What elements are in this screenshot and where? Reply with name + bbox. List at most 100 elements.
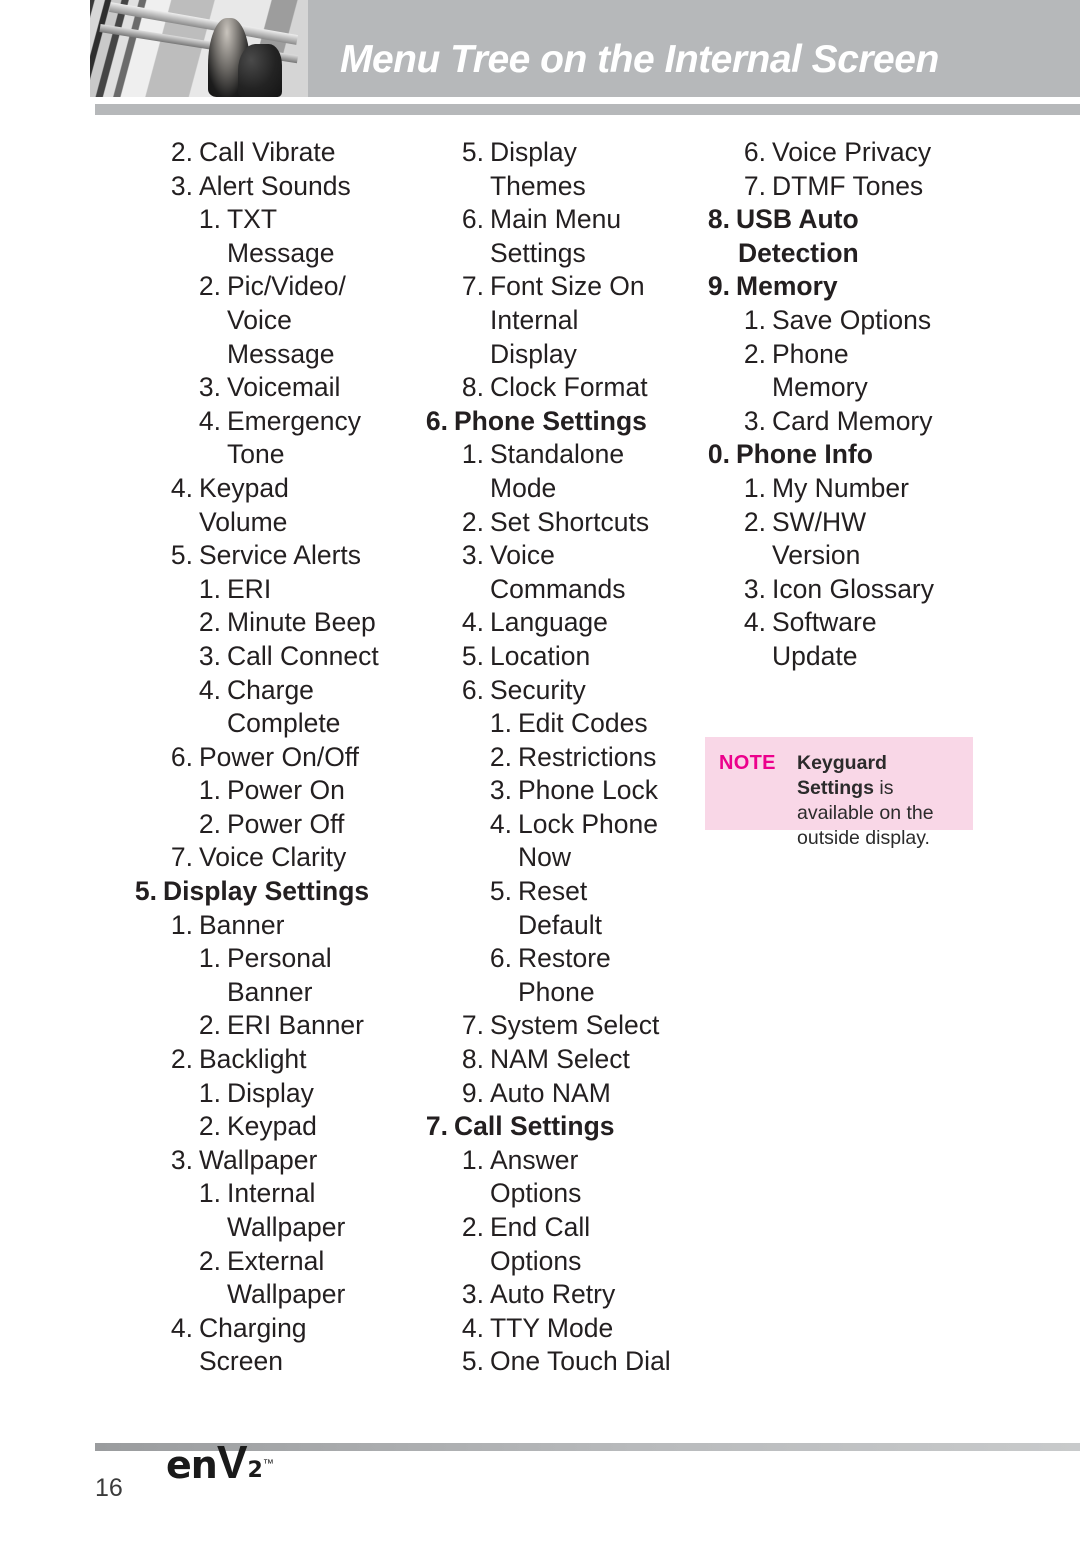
menu-entry-label: Call Settings — [454, 1111, 615, 1142]
menu-entry: 5. Service Alerts — [127, 539, 417, 573]
menu-entry: Settings — [418, 237, 703, 271]
header-photo — [90, 0, 308, 97]
menu-entry-number: 4. — [743, 607, 766, 638]
menu-entry: 4. TTY Mode — [418, 1312, 703, 1346]
menu-entry-label: NAM Select — [490, 1044, 630, 1075]
note-label: NOTE — [719, 752, 776, 774]
menu-entry-number: 1. — [170, 909, 193, 940]
menu-entry-label: Charging — [199, 1312, 307, 1343]
menu-entry: 3. Voicemail — [127, 371, 417, 405]
menu-entry: Options — [418, 1245, 703, 1279]
menu-entry: Default — [418, 909, 703, 943]
menu-entry: Mode — [418, 472, 703, 506]
menu-entry-number: 2. — [198, 1111, 221, 1142]
menu-entry: 1. My Number — [700, 472, 1000, 506]
menu-entry: 7. System Select — [418, 1009, 703, 1043]
menu-entry: 3. Icon Glossary — [700, 573, 1000, 607]
menu-entry-label: Personal — [227, 943, 332, 974]
menu-entry-number: 1. — [198, 573, 221, 604]
menu-entry-label: Set Shortcuts — [490, 506, 650, 537]
menu-entry: Wallpaper — [127, 1278, 417, 1312]
menu-entry: 6. Security — [418, 674, 703, 708]
menu-entry-label: Main Menu — [490, 204, 622, 235]
menu-entry-number: 3. — [170, 1144, 193, 1175]
menu-entry: 4. Charge — [127, 674, 417, 708]
menu-entry: Internal — [418, 304, 703, 338]
menu-entry-label: System Select — [490, 1010, 660, 1041]
menu-entry-number: 2. — [198, 1245, 221, 1276]
menu-entry: 3. Alert Sounds — [127, 170, 417, 204]
menu-entry: 2. End Call — [418, 1211, 703, 1245]
menu-entry-label: End Call — [490, 1212, 591, 1242]
menu-entry-label: Themes — [490, 170, 586, 201]
menu-entry: 3. Voice — [418, 539, 703, 573]
brand-logo-trademark: ™ — [262, 1458, 274, 1470]
menu-entry: 3. Call Connect — [127, 640, 417, 674]
menu-entry-label: DTMF Tones — [772, 170, 924, 201]
menu-entry: 8. NAM Select — [418, 1043, 703, 1077]
menu-entry-number: 3. — [743, 573, 766, 604]
menu-entry: 4. Keypad — [127, 472, 417, 506]
menu-entry-label: Restore — [518, 943, 611, 974]
menu-entry-label: Mode — [490, 472, 557, 503]
menu-entry-label: Phone Settings — [454, 405, 647, 436]
menu-entry-number: 6. — [489, 943, 512, 974]
menu-entry-label: Restrictions — [518, 741, 657, 772]
menu-entry: 1. Internal — [127, 1177, 417, 1211]
menu-entry-label: Banner — [199, 909, 285, 940]
menu-entry: 4. Emergency — [127, 405, 417, 439]
menu-entry-number: 4. — [489, 808, 512, 839]
menu-entry-number: 4. — [170, 472, 193, 503]
menu-entry-label: Font Size On — [490, 271, 645, 302]
menu-column-2: 5. Display Themes 6. Main Menu Settings 7. Font… — [418, 136, 703, 1379]
menu-entry-label: Phone Info — [736, 439, 873, 470]
menu-entry: 7. Voice Clarity — [127, 841, 417, 875]
menu-entry-number: 3. — [461, 1279, 484, 1310]
menu-entry-label: Memory — [736, 271, 838, 302]
menu-entry-number: 2. — [170, 1044, 193, 1075]
menu-entry-number: 2. — [743, 506, 766, 537]
menu-entry: 2. Power Off — [127, 808, 417, 842]
menu-entry: 6. Restore — [418, 942, 703, 976]
menu-entry-label: ERI Banner — [227, 1010, 364, 1041]
menu-entry: 4. Software — [700, 606, 1000, 640]
menu-entry: 3. Wallpaper — [127, 1144, 417, 1178]
menu-entry-label: Service Alerts — [199, 540, 362, 571]
menu-entry-label: Commands — [490, 573, 626, 604]
menu-entry-label: Default — [518, 909, 602, 940]
menu-entry: 5. Display — [418, 136, 703, 170]
page-header: Menu Tree on the Internal Screen — [0, 0, 1080, 97]
menu-entry-label: Answer — [490, 1144, 579, 1175]
menu-entry-label: Display Settings — [163, 876, 370, 907]
brand-logo-en: en — [166, 1443, 218, 1487]
menu-entry-label: Version — [772, 540, 861, 571]
menu-entry: Complete — [127, 707, 417, 741]
menu-entry-label: Minute Beep — [227, 607, 376, 638]
menu-entry: Commands — [418, 573, 703, 607]
menu-entry-label: Wallpaper — [227, 1279, 346, 1310]
menu-entry-label: Emergency — [227, 405, 362, 436]
page-title: Menu Tree on the Internal Screen — [340, 38, 939, 81]
menu-entry-number: 0. — [707, 439, 730, 470]
brand-logo: enV2™ — [166, 1439, 274, 1506]
menu-entry-number: 3. — [489, 775, 512, 806]
menu-entry: Message — [127, 237, 417, 271]
menu-entry-number: 7. — [461, 271, 484, 302]
menu-entry: 6. Power On/Off — [127, 741, 417, 775]
menu-entry-label: Keypad — [199, 472, 289, 503]
menu-entry: 6. Main Menu — [418, 203, 703, 237]
menu-entry-number: 1. — [198, 943, 221, 974]
brand-logo-v: V — [216, 1436, 248, 1488]
menu-entry: 2. Pic/Video/ — [127, 270, 417, 304]
menu-entry-label: USB Auto — [736, 204, 859, 235]
menu-entry-number: 5. — [134, 876, 157, 907]
menu-entry-number: 5. — [489, 876, 512, 907]
menu-entry-label: My Number — [772, 472, 909, 503]
menu-entry-label: External — [227, 1245, 325, 1276]
menu-entry-label: Banner — [227, 976, 313, 1007]
menu-entry-label: Edit Codes — [518, 708, 648, 739]
menu-entry: 2. Set Shortcuts — [418, 506, 703, 540]
menu-entry: 2. Phone — [700, 338, 1000, 372]
menu-entry: Screen — [127, 1345, 417, 1379]
menu-entry-label: Display — [227, 1077, 314, 1108]
